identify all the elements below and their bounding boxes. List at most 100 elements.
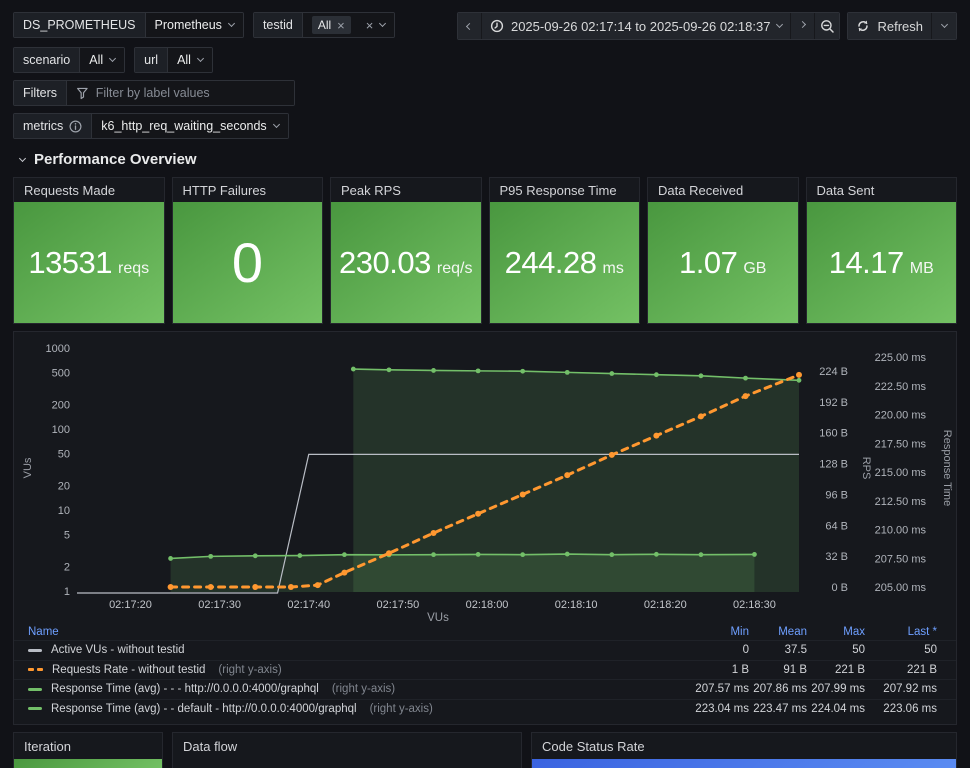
url-picker[interactable]: All — [167, 48, 212, 72]
svg-text:1000: 1000 — [46, 343, 70, 355]
series-swatch-green — [28, 687, 42, 691]
svg-text:5: 5 — [64, 529, 70, 541]
svg-text:02:17:30: 02:17:30 — [198, 599, 241, 611]
time-zoom-out-button[interactable] — [815, 13, 840, 39]
panel-title[interactable]: P95 Response Time — [490, 178, 640, 202]
legend-col-min[interactable]: Min — [657, 626, 749, 638]
svg-text:50: 50 — [58, 448, 70, 460]
svg-text:VUs: VUs — [22, 457, 34, 478]
svg-text:10: 10 — [58, 505, 70, 517]
legend-row-response-time-2[interactable]: Response Time (avg) - - default - http:/… — [14, 698, 956, 719]
stat-value: 0 — [231, 231, 263, 294]
svg-text:222.50 ms: 222.50 ms — [875, 381, 927, 393]
stat-panel-http-failures: HTTP Failures 0 — [171, 177, 323, 324]
legend-row-response-time-1[interactable]: Response Time (avg) - - - http://0.0.0.0… — [14, 679, 956, 699]
svg-text:RPS: RPS — [860, 457, 872, 480]
svg-text:VUs: VUs — [427, 612, 449, 624]
svg-text:210.00 ms: 210.00 ms — [875, 525, 927, 537]
panel-title[interactable]: Data flow — [173, 733, 521, 759]
refresh-button[interactable]: Refresh — [848, 13, 932, 39]
stat-value: 14.17 — [828, 244, 905, 280]
chevron-down-icon — [272, 120, 280, 129]
stat-panel-peak-rps: Peak RPS 230.03 req/s — [330, 177, 482, 324]
filters-input[interactable] — [95, 86, 286, 100]
svg-text:32 B: 32 B — [825, 551, 848, 563]
time-range-picker[interactable]: 2025-09-26 02:17:14 to 2025-09-26 02:18:… — [481, 13, 792, 39]
dashboard-controls: DS_PROMETHEUS Prometheus testid All × × — [0, 0, 970, 139]
filters-input-wrap — [66, 81, 295, 105]
datasource-variable: DS_PROMETHEUS Prometheus — [13, 12, 244, 38]
panel-title[interactable]: Data Sent — [807, 178, 957, 202]
stat-value: 244.28 — [504, 244, 597, 280]
info-icon — [69, 119, 82, 133]
svg-text:1: 1 — [64, 586, 70, 598]
svg-text:02:17:20: 02:17:20 — [109, 599, 152, 611]
panel-title[interactable]: Code Status Rate — [532, 733, 956, 759]
legend-col-mean[interactable]: Mean — [749, 626, 807, 638]
time-shift-back-button[interactable] — [457, 13, 482, 39]
timeseries-chart-canvas[interactable]: 1000 500 200 100 50 20 10 5 2 1 224 B 192 B 160 B 128… — [14, 332, 957, 624]
legend-row-active-vus[interactable]: Active VUs - without testid 0 37.5 50 50 — [14, 640, 956, 660]
stat-panels-row: Requests Made 13531 reqs HTTP Failures 0 … — [13, 177, 957, 324]
svg-text:02:18:20: 02:18:20 — [644, 599, 687, 611]
metrics-label: metrics — [14, 114, 92, 138]
stat-value: 230.03 — [339, 244, 431, 280]
svg-text:205.00 ms: 205.00 ms — [875, 582, 927, 594]
chevron-down-icon — [109, 54, 117, 63]
svg-text:225.00 ms: 225.00 ms — [875, 352, 927, 364]
stat-unit: GB — [743, 259, 767, 277]
collapse-chevron-icon — [18, 154, 27, 162]
svg-text:224 B: 224 B — [819, 366, 848, 378]
filter-funnel-icon — [77, 87, 88, 100]
stat-color-bar — [14, 759, 162, 768]
scenario-picker[interactable]: All — [79, 48, 125, 72]
svg-text:192 B: 192 B — [819, 397, 848, 409]
scenario-variable: scenario All — [13, 47, 126, 73]
panel-title[interactable]: Data Received — [648, 178, 798, 202]
svg-text:02:18:10: 02:18:10 — [555, 599, 598, 611]
svg-text:215.00 ms: 215.00 ms — [875, 467, 927, 479]
legend-col-last[interactable]: Last * — [865, 626, 937, 638]
adhoc-filters: Filters — [13, 80, 296, 106]
series-swatch-green — [28, 707, 42, 711]
panel-iteration: Iteration — [13, 732, 163, 768]
panel-title[interactable]: Peak RPS — [331, 178, 481, 202]
legend-col-max[interactable]: Max — [807, 626, 865, 638]
clear-selection-icon[interactable]: × — [366, 19, 374, 32]
grafana-dashboard: DS_PROMETHEUS Prometheus testid All × × — [0, 0, 970, 768]
svg-text:64 B: 64 B — [825, 520, 848, 532]
svg-text:02:18:00: 02:18:00 — [466, 599, 509, 611]
row-performance-overview[interactable]: Performance Overview — [18, 151, 957, 168]
refresh-interval-dropdown[interactable] — [932, 13, 956, 39]
stat-unit: req/s — [436, 259, 473, 277]
time-shift-forward-button[interactable] — [791, 13, 816, 39]
chevron-down-icon — [776, 20, 784, 29]
svg-text:20: 20 — [58, 481, 70, 493]
svg-text:02:17:40: 02:17:40 — [287, 599, 330, 611]
panel-title[interactable]: HTTP Failures — [173, 178, 323, 202]
timeseries-panel: 1000 500 200 100 50 20 10 5 2 1 224 B 192 B 160 B 128… — [13, 331, 957, 725]
clock-icon — [490, 19, 504, 33]
svg-text:200: 200 — [52, 400, 70, 412]
chip-remove-icon[interactable]: × — [337, 19, 345, 32]
datasource-picker[interactable]: Prometheus — [144, 13, 243, 37]
scenario-label: scenario — [14, 48, 80, 72]
chevron-down-icon — [379, 19, 387, 28]
svg-text:2: 2 — [64, 562, 70, 574]
testid-chip[interactable]: All × — [311, 16, 351, 34]
testid-picker[interactable]: All × × — [301, 13, 395, 37]
svg-text:100: 100 — [52, 424, 70, 436]
svg-text:212.50 ms: 212.50 ms — [875, 496, 927, 508]
metrics-variable: metrics k6_http_req_waiting_seconds — [13, 113, 289, 139]
legend-row-requests-rate[interactable]: Requests Rate - without testid (right y-a… — [14, 659, 956, 680]
svg-text:220.00 ms: 220.00 ms — [875, 410, 927, 422]
legend-col-name[interactable]: Name — [28, 626, 657, 638]
testid-label: testid — [253, 13, 302, 37]
panel-title[interactable]: Requests Made — [14, 178, 164, 202]
svg-text:96 B: 96 B — [825, 489, 848, 501]
panel-title[interactable]: Iteration — [14, 733, 162, 759]
metrics-picker[interactable]: k6_http_req_waiting_seconds — [91, 114, 288, 138]
url-variable: url All — [134, 47, 213, 73]
stat-value: 1.07 — [679, 244, 738, 280]
stat-unit: reqs — [118, 259, 150, 277]
